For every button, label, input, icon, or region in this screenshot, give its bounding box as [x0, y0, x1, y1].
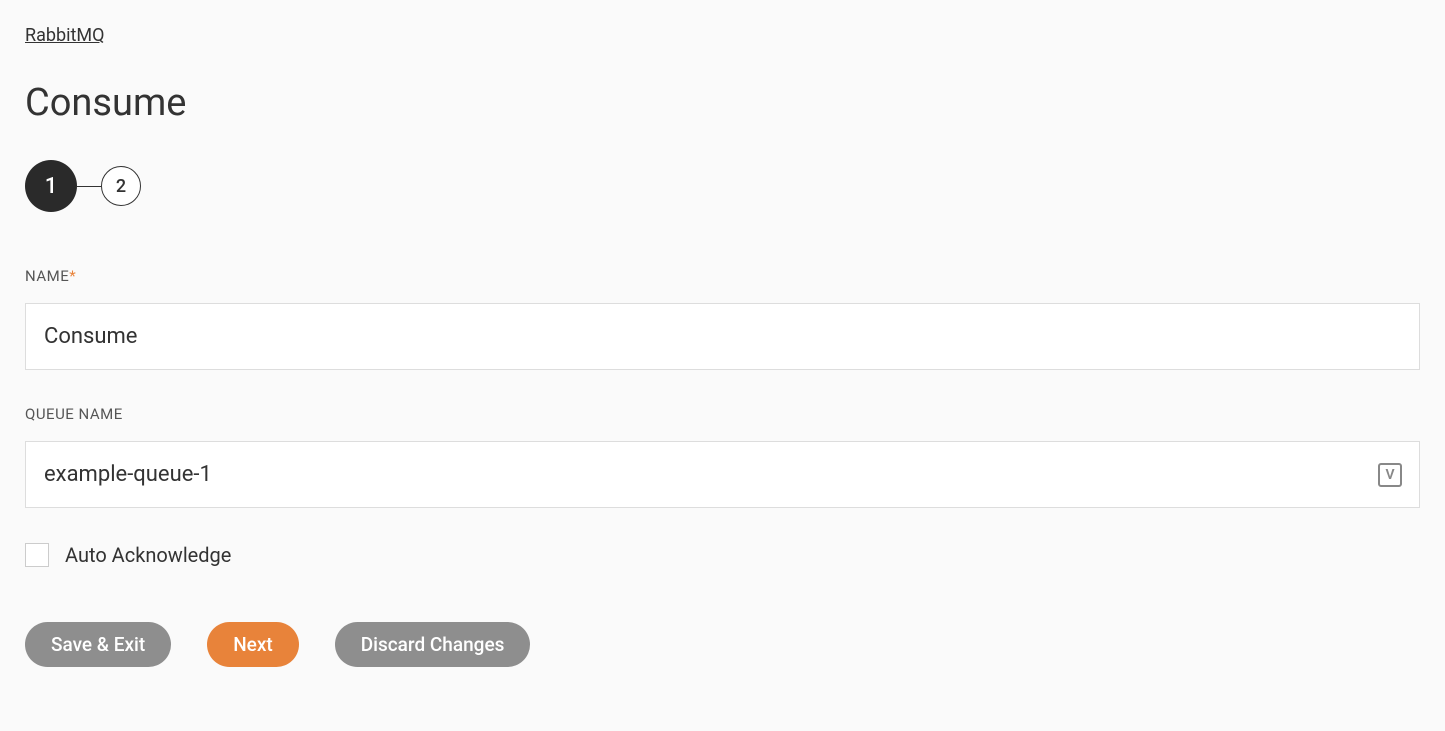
page-title: Consume — [25, 81, 1420, 125]
step-1[interactable]: 1 — [25, 160, 77, 212]
name-label-text: NAME — [25, 267, 69, 285]
form-group-queue-name: QUEUE NAME V — [25, 405, 1420, 508]
name-label: NAME* — [25, 267, 1420, 285]
save-exit-button[interactable]: Save & Exit — [25, 622, 171, 667]
queue-name-label: QUEUE NAME — [25, 405, 1420, 423]
discard-changes-button[interactable]: Discard Changes — [335, 622, 531, 667]
queue-name-input[interactable] — [25, 441, 1420, 508]
step-connector — [77, 186, 101, 187]
breadcrumb-link[interactable]: RabbitMQ — [25, 25, 104, 46]
queue-name-input-wrapper: V — [25, 441, 1420, 508]
button-row: Save & Exit Next Discard Changes — [25, 622, 1420, 667]
auto-ack-label[interactable]: Auto Acknowledge — [65, 543, 231, 567]
auto-ack-checkbox[interactable] — [25, 543, 49, 567]
variable-icon[interactable]: V — [1378, 463, 1402, 487]
form-group-name: NAME* — [25, 267, 1420, 370]
auto-ack-row: Auto Acknowledge — [25, 543, 1420, 567]
next-button[interactable]: Next — [207, 622, 299, 667]
required-mark: * — [69, 267, 76, 285]
step-2[interactable]: 2 — [101, 166, 141, 206]
name-input[interactable] — [25, 303, 1420, 370]
stepper: 1 2 — [25, 160, 1420, 212]
